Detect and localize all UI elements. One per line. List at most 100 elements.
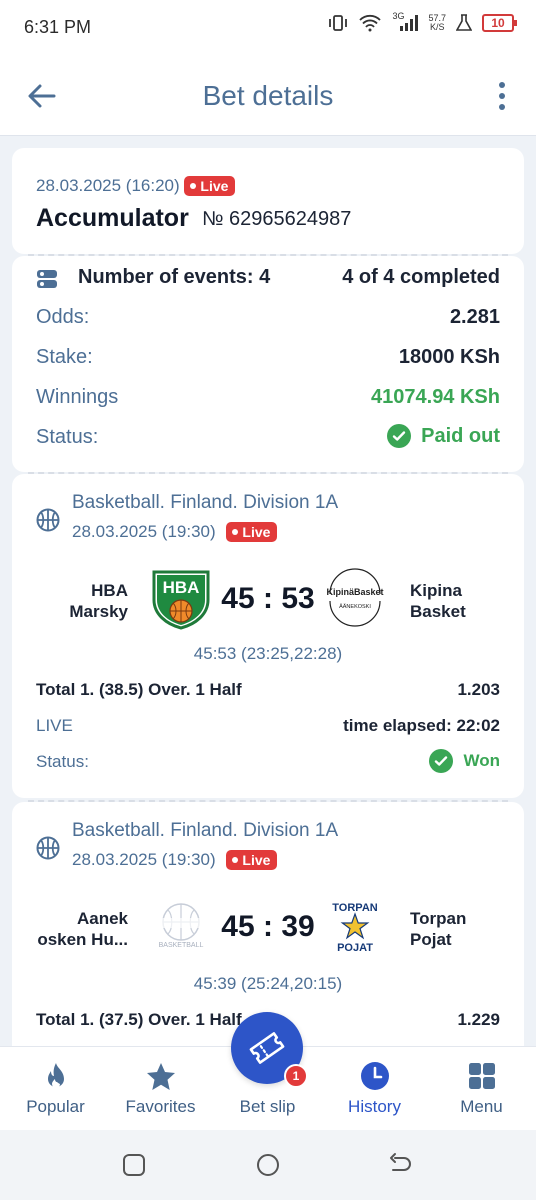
away-team-name: Kipina Basket — [410, 580, 510, 622]
event-league: Basketball. Finland. Division 1A — [72, 492, 339, 513]
page-title: Bet details — [202, 80, 334, 111]
nav-menu[interactable]: Menu — [428, 1047, 535, 1131]
stake-value: 18000 KSh — [398, 346, 500, 368]
home-team-name: HBA Marsky — [28, 580, 128, 622]
live-label: Live — [242, 852, 271, 868]
status-row: Status: Paid out — [36, 424, 500, 454]
won-status: Won — [429, 749, 500, 773]
market-name: Total 1. (37.5) Over. 1 Half — [36, 1010, 242, 1029]
nav-popular[interactable]: Popular — [2, 1047, 109, 1131]
live-badge: Live — [184, 176, 236, 196]
away-team-line1: Torpan — [410, 909, 467, 928]
home-team-name: Aanek osken Hu... — [28, 908, 128, 950]
kipina-logo-text: KipinäBasket — [326, 587, 383, 597]
kipina-basket-logo: KipinäBasket ÄÄNEKOSKI — [326, 568, 384, 627]
live-dot-icon — [232, 857, 239, 864]
event-datetime-text: 28.03.2025 (19:30) — [72, 850, 216, 869]
recents-icon[interactable] — [121, 1152, 147, 1178]
status-value: Paid out — [421, 424, 500, 447]
check-circle-icon — [429, 749, 454, 773]
star-icon — [146, 1063, 175, 1090]
away-team-name: Torpan Pojat — [410, 908, 510, 950]
paid-out-status: Paid out — [387, 424, 500, 448]
aanekosken-huima-logo: BASKETBALL — [159, 903, 204, 949]
app-bar: Bet details — [0, 56, 536, 136]
live-dot-icon — [232, 529, 239, 536]
home-icon[interactable] — [255, 1152, 281, 1178]
nav-label: Popular — [26, 1097, 85, 1116]
divider — [28, 800, 508, 802]
winnings-label: Winnings — [36, 386, 119, 408]
event-league: Basketball. Finland. Division 1A — [72, 820, 339, 841]
torpan-logo-bottom: POJAT — [337, 942, 373, 954]
odds-label: Odds: — [36, 306, 90, 328]
stake-row: Stake: 18000 KSh — [36, 344, 500, 374]
away-team-line2: Basket — [410, 602, 466, 621]
divider — [28, 254, 508, 256]
event-status-value: Won — [463, 751, 500, 770]
nav-label: Menu — [460, 1097, 503, 1116]
nav-label: Favorites — [125, 1097, 196, 1116]
network-speed: 57.7 K/S — [428, 14, 446, 32]
flask-icon — [456, 14, 472, 31]
time-elapsed: time elapsed: 22:02 — [343, 716, 500, 735]
event-datetime: 28.03.2025 (19:30) Live — [72, 522, 278, 542]
kipina-logo-sub: ÄÄNEKOSKI — [339, 603, 371, 610]
winnings-row: Winnings 41074.94 KSh — [36, 384, 500, 414]
aanekosken-logo-text: BASKETBALL — [159, 942, 204, 949]
event-score: 45 : 53 — [221, 582, 315, 615]
battery-icon: 10 — [482, 14, 517, 32]
odds-value: 2.281 — [449, 306, 500, 328]
hba-marsky-logo: HBA — [152, 570, 210, 630]
status-time: 6:31 PM — [24, 17, 92, 37]
torpan-pojat-logo: TORPAN POJAT — [332, 902, 377, 954]
market-odds: 1.229 — [457, 1010, 500, 1029]
bet-header-card: 28.03.2025 (16:20) Live Accumulator № 62… — [12, 148, 524, 254]
nav-favorites[interactable]: Favorites — [107, 1047, 214, 1131]
home-team-line1: HBA — [91, 581, 128, 600]
event-card[interactable]: Basketball. Finland. Division 1A 28.03.2… — [12, 472, 524, 798]
bet-slip-badge: 1 — [284, 1064, 308, 1088]
ticket-icon — [249, 1032, 285, 1064]
wifi-icon — [359, 14, 382, 32]
torpan-logo-top: TORPAN — [332, 902, 377, 914]
event-status-label: Status: — [36, 752, 89, 771]
more-vertical-icon[interactable] — [496, 80, 508, 112]
clock-icon — [360, 1062, 389, 1090]
home-team-line2: osken Hu... — [37, 930, 128, 949]
home-team-line1: Aanek — [76, 909, 128, 928]
odds-row: Odds: 2.281 — [36, 304, 500, 334]
market-odds: 1.203 — [457, 680, 500, 699]
events-row: Number of events: 4 4 of 4 completed — [36, 264, 500, 294]
away-team-line2: Pojat — [410, 930, 452, 949]
winnings-value: 41074.94 KSh — [371, 386, 500, 408]
signal-icon: 3G — [392, 11, 419, 32]
nav-history[interactable]: History — [321, 1047, 428, 1131]
period-scores: 45:53 (23:25,22:28) — [193, 644, 343, 663]
bet-type: Accumulator — [36, 204, 189, 232]
basketball-icon — [36, 508, 60, 532]
events-count: Number of events: 4 — [78, 266, 271, 288]
system-navigation-bar — [0, 1130, 536, 1200]
events-completed: 4 of 4 completed — [342, 266, 500, 288]
event-datetime: 28.03.2025 (19:30) Live — [72, 850, 278, 870]
event-score: 45 : 39 — [221, 910, 315, 943]
grid-icon — [468, 1063, 495, 1089]
basketball-icon — [36, 836, 60, 860]
system-back-icon[interactable] — [387, 1152, 413, 1178]
live-dot-icon — [190, 183, 197, 190]
vibrate-icon — [329, 15, 348, 31]
status-bar: 6:31 PM 3G 57.7 K/S 10 — [0, 0, 536, 56]
home-team-line2: Marsky — [69, 602, 128, 621]
bet-number: № 62965624987 — [202, 208, 352, 230]
away-team-line1: Kipina — [410, 581, 462, 600]
live-label: Live — [200, 178, 229, 194]
check-circle-icon — [387, 424, 412, 448]
nav-label: History — [348, 1097, 401, 1116]
status-label: Status: — [36, 426, 99, 448]
flame-icon — [47, 1063, 64, 1088]
bet-datetime: 28.03.2025 (16:20) Live — [36, 176, 236, 196]
live-badge: Live — [226, 522, 278, 542]
live-badge: Live — [226, 850, 278, 870]
status-icons: 3G 57.7 K/S 10 — [328, 11, 517, 32]
